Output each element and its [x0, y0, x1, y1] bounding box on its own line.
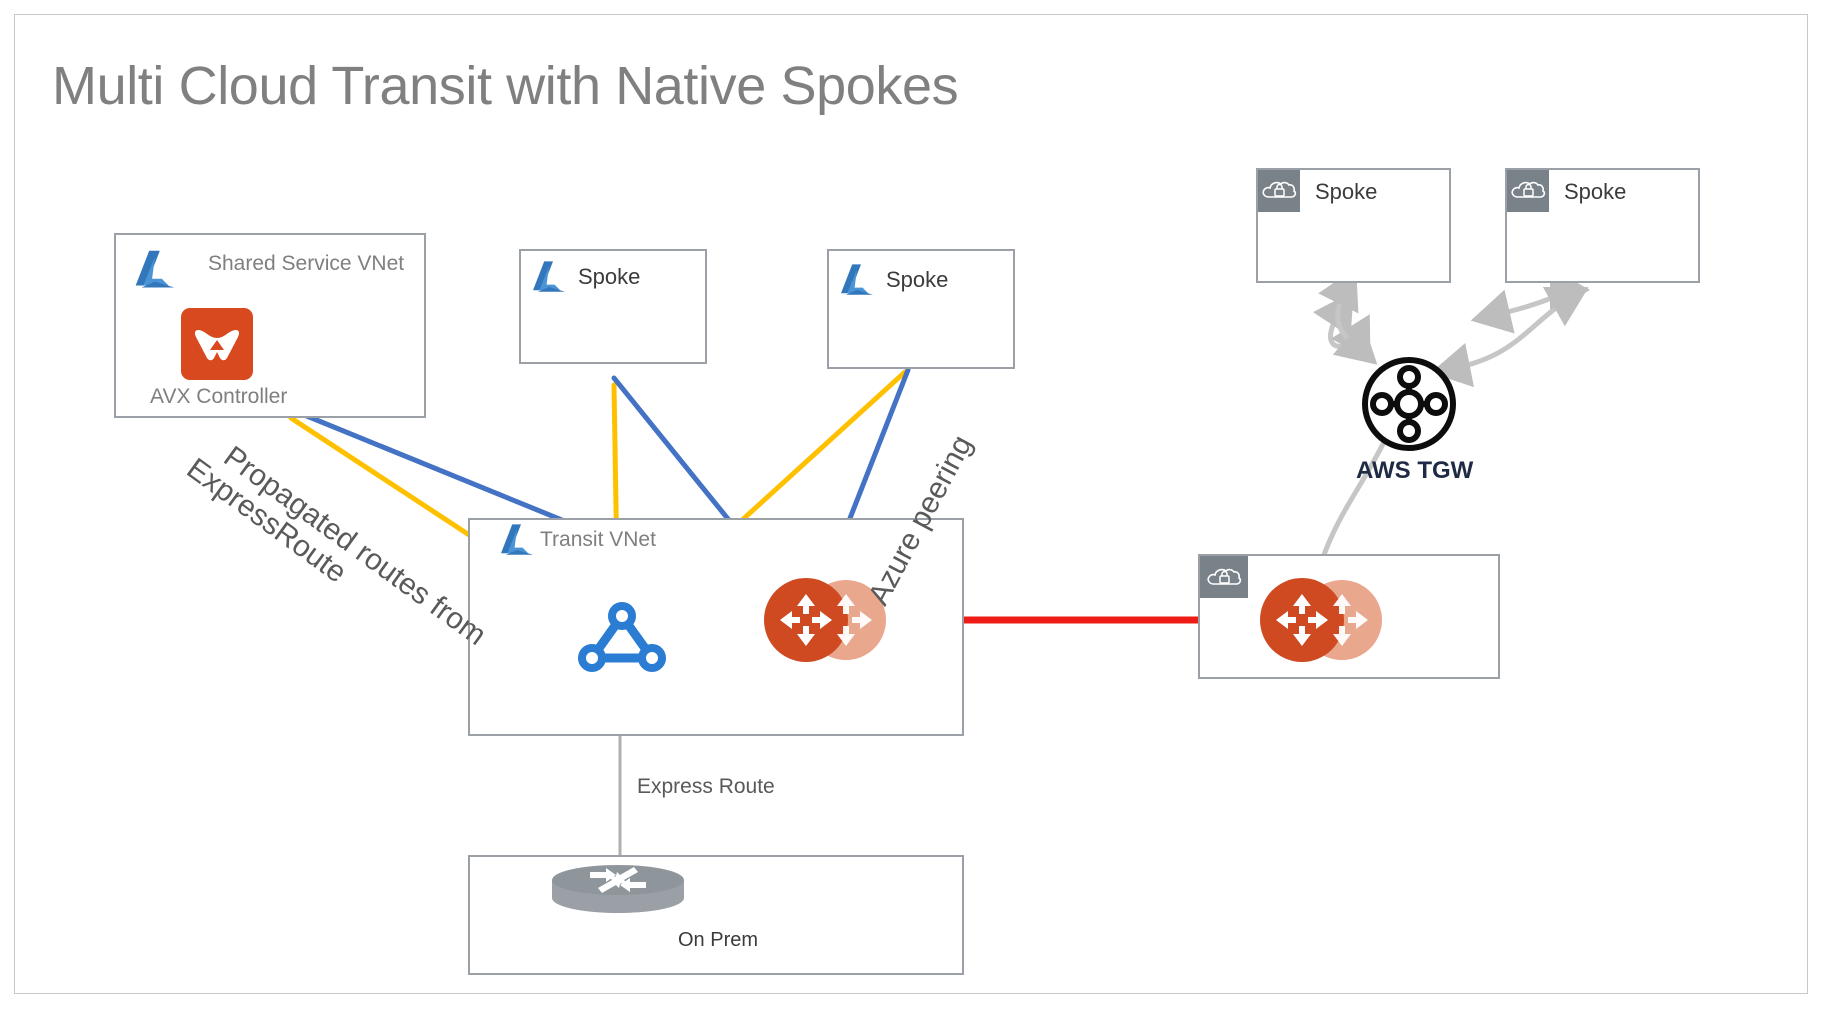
express-route-label: Express Route [637, 775, 775, 798]
azure-logo-icon [533, 261, 565, 292]
router-icon [552, 865, 684, 913]
azure-logo-icon [501, 524, 533, 555]
azure-spoke-1-label: Spoke [578, 264, 641, 289]
transit-vnet-label: Transit VNet [540, 528, 656, 551]
aws-spoke-1-label: Spoke [1315, 179, 1378, 204]
azure-logo-icon [135, 250, 175, 288]
aws-vpc-icon [1507, 170, 1549, 212]
avx-controller-label: AVX Controller [150, 385, 288, 408]
aws-vpc-icon [1200, 556, 1248, 598]
aws-vpc-icon [1258, 170, 1300, 212]
azure-logo-icon [841, 264, 873, 295]
azure-vnet-gateway-icon[interactable] [570, 600, 674, 672]
aws-spoke-2-label: Spoke [1564, 179, 1627, 204]
on-prem-box[interactable] [468, 855, 964, 975]
aviatrix-gateway-icon[interactable] [1258, 558, 1386, 682]
aviatrix-controller-icon[interactable] [181, 308, 253, 380]
azure-spoke-2-label: Spoke [886, 267, 949, 292]
tgw-spoke-arrow-right [1430, 287, 1589, 388]
aws-tgw-label: AWS TGW [1356, 457, 1474, 484]
aws-transit-gateway-icon[interactable] [1360, 355, 1458, 453]
on-prem-label: On Prem [678, 929, 759, 951]
diagram-canvas: Multi Cloud Transit with Native Spokes S… [0, 0, 1824, 1010]
shared-service-vnet-label: Shared Service VNet [208, 252, 405, 275]
